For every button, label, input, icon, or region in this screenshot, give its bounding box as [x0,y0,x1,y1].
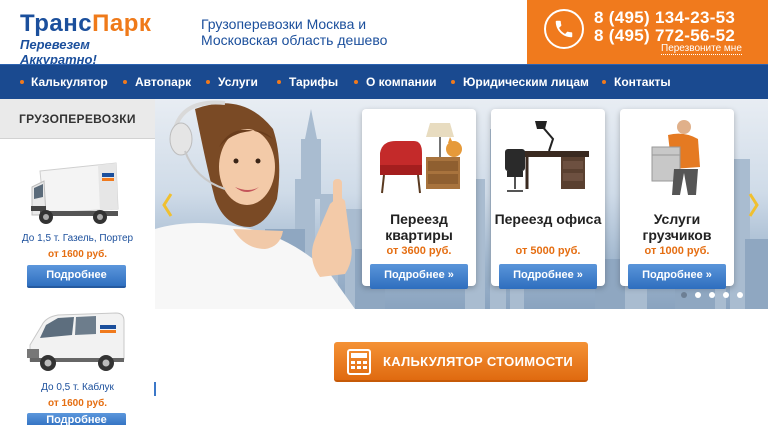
nav-bullet [451,80,455,84]
sidebar: ГРУЗОПЕРЕВОЗКИ До 1,5 т. Газель, Портер … [0,99,156,425]
kabluk-van-image[interactable] [24,305,128,375]
hero-slider: Переезд квартиры от 3600 руб. Подробнее … [155,99,768,309]
card-title: Услуги грузчиков [642,211,712,243]
logo-part2: Парк [92,10,152,37]
slider-dot[interactable] [723,292,729,298]
service-card-apartment[interactable]: Переезд квартиры от 3600 руб. Подробнее … [362,109,476,289]
sidebar-header: ГРУЗОПЕРЕВОЗКИ [0,99,155,139]
nav-item-about[interactable]: О компании [366,75,437,89]
operator-woman-image [155,100,355,309]
card-more-button[interactable]: Подробнее » [370,264,468,289]
sidebar-title: ГРУЗОПЕРЕВОЗКИ [19,112,136,126]
nav-bullet [20,80,24,84]
calculator-label: КАЛЬКУЛЯТОР СТОИМОСТИ [383,354,574,369]
nav-item-services[interactable]: Услуги [218,75,258,89]
card-more-button[interactable]: Подробнее » [628,264,726,289]
sidebar-item-price: от 1600 руб. [47,249,108,260]
card-more-button[interactable]: Подробнее » [499,264,597,289]
card-title: Переезд квартиры [385,211,453,243]
gazelle-truck-image[interactable] [30,159,122,227]
card-price: от 3600 руб. [386,245,452,257]
main-nav: Калькулятор Автопарк Услуги Тарифы О ком… [0,64,768,99]
nav-item-legal-entities[interactable]: Юридическим лицам [463,75,589,89]
slider-next-arrow-icon[interactable] [748,192,760,218]
logo-part1: Транс [20,10,93,37]
sidebar-more-button[interactable]: Подробнее [27,413,126,425]
site-header: ТрансПарк Перевезем Аккуратно! Грузопере… [0,0,768,68]
card-title: Переезд офиса [494,211,602,227]
sidebar-item-price: от 1600 руб. [47,398,108,409]
header-tagline: Грузоперевозки Москва и Московская облас… [201,16,388,48]
nav-item-fleet[interactable]: Автопарк [135,75,191,89]
slider-dot[interactable] [681,292,687,298]
sidebar-item-desc: До 1,5 т. Газель, Портер [21,233,134,244]
mover-worker-icon [651,120,700,195]
slider-prev-arrow-icon[interactable] [161,192,173,218]
slider-dot[interactable] [709,292,715,298]
service-card-movers[interactable]: Услуги грузчиков от 1000 руб. Подробнее … [620,109,734,289]
nav-bullet [277,80,281,84]
slider-dot[interactable] [695,292,701,298]
sidebar-scrollbar[interactable] [154,382,156,396]
callback-link[interactable]: Перезвоните мне [661,43,742,55]
nav-bullet [602,80,606,84]
furniture-armchair-icon [380,123,462,194]
phone-number-1[interactable]: 8 (495) 134-23-53 [594,8,735,28]
calculator-button[interactable]: КАЛЬКУЛЯТОР СТОИМОСТИ [334,342,588,382]
nav-bullet [123,80,127,84]
phone-icon [544,9,584,49]
slider-dot[interactable] [737,292,743,298]
logo-slogan: Перевезем Аккуратно! [20,37,97,67]
nav-bullet [206,80,210,84]
logo[interactable]: ТрансПарк Перевезем Аккуратно! [20,12,170,68]
card-price: от 5000 руб. [515,245,581,257]
nav-item-calculator[interactable]: Калькулятор [31,75,108,89]
phone-block: 8 (495) 134-23-53 8 (495) 772-56-52 Пере… [527,0,768,64]
nav-bullet [354,80,358,84]
service-card-office[interactable]: Переезд офиса от 5000 руб. Подробнее » [491,109,605,289]
card-price: от 1000 руб. [644,245,710,257]
sidebar-more-button[interactable]: Подробнее [27,265,126,288]
nav-item-contacts[interactable]: Контакты [614,75,671,89]
office-desk-icon [505,121,589,192]
calculator-icon [347,349,371,375]
logo-title: ТрансПарк [20,12,170,36]
nav-item-tariffs[interactable]: Тарифы [289,75,338,89]
sidebar-item-desc: До 0,5 т. Каблук [41,382,114,393]
